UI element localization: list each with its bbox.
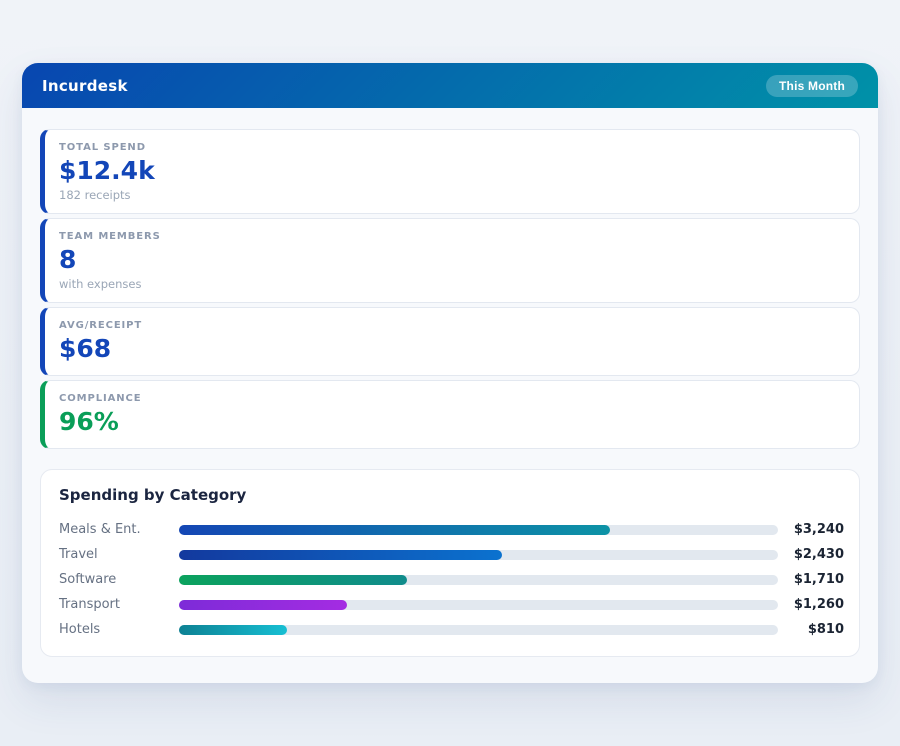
bar-track	[179, 625, 778, 635]
bar-track	[179, 525, 778, 535]
stat-value: 96%	[59, 407, 843, 437]
bar-fill	[179, 600, 347, 610]
stat-value: $68	[59, 334, 843, 364]
stat-card: TEAM MEMBERS 8 with expenses	[40, 218, 860, 303]
bar-track	[179, 600, 778, 610]
stat-subtext: 182 receipts	[59, 188, 843, 202]
bar-fill	[179, 525, 610, 535]
category-label: Travel	[59, 547, 179, 562]
category-label: Meals & Ent.	[59, 522, 179, 537]
category-value: $1,710	[778, 572, 844, 587]
category-label: Transport	[59, 597, 179, 612]
stat-label: TEAM MEMBERS	[59, 231, 843, 242]
bar-fill	[179, 575, 407, 585]
stat-card: TOTAL SPEND $12.4k 182 receipts	[40, 129, 860, 214]
category-row: Transport $1,260	[59, 592, 844, 617]
bar-fill	[179, 550, 502, 560]
category-row: Meals & Ent. $3,240	[59, 517, 844, 542]
bar-fill	[179, 625, 287, 635]
category-row: Hotels $810	[59, 617, 844, 642]
category-row: Travel $2,430	[59, 542, 844, 567]
dashboard-panel: Incurdesk This Month TOTAL SPEND $12.4k …	[22, 63, 878, 683]
category-label: Hotels	[59, 622, 179, 637]
category-value: $810	[778, 622, 844, 637]
category-value: $3,240	[778, 522, 844, 537]
stat-value: 8	[59, 245, 843, 275]
period-badge[interactable]: This Month	[766, 75, 858, 97]
bar-track	[179, 575, 778, 585]
panel-header: Incurdesk This Month	[22, 63, 878, 108]
category-label: Software	[59, 572, 179, 587]
spending-by-category-card: Spending by Category Meals & Ent. $3,240…	[40, 469, 860, 657]
stat-label: TOTAL SPEND	[59, 142, 843, 153]
category-row: Software $1,710	[59, 567, 844, 592]
category-value: $1,260	[778, 597, 844, 612]
category-value: $2,430	[778, 547, 844, 562]
stat-card: AVG/RECEIPT $68	[40, 307, 860, 376]
stat-label: AVG/RECEIPT	[59, 320, 843, 331]
stat-value: $12.4k	[59, 156, 843, 186]
panel-body: TOTAL SPEND $12.4k 182 receipts TEAM MEM…	[22, 108, 878, 677]
stat-card: COMPLIANCE 96%	[40, 380, 860, 449]
app-title: Incurdesk	[42, 77, 128, 95]
section-title: Spending by Category	[59, 486, 844, 504]
bar-track	[179, 550, 778, 560]
stat-label: COMPLIANCE	[59, 393, 843, 404]
stat-subtext: with expenses	[59, 277, 843, 291]
